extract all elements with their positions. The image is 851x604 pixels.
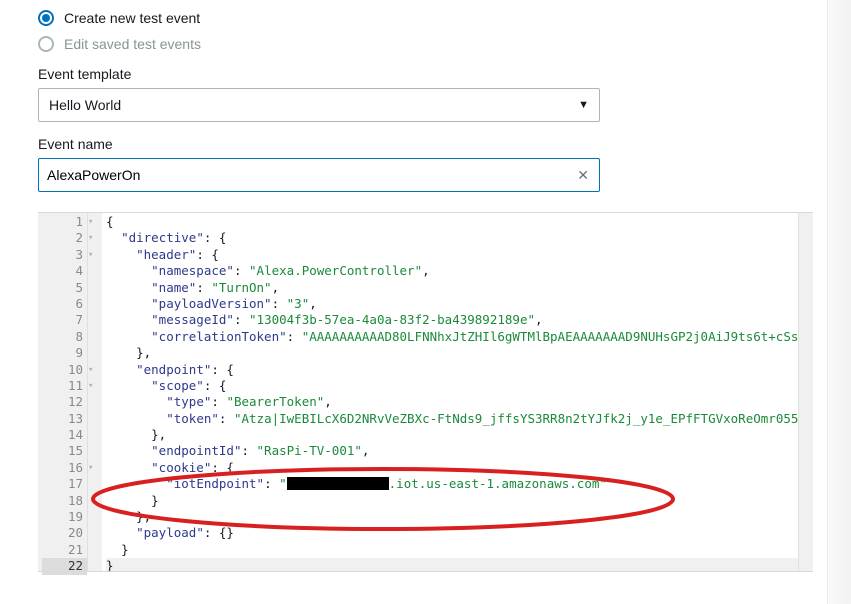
code-line: { [106, 214, 813, 230]
radio-edit-saved[interactable]: Edit saved test events [38, 36, 813, 52]
code-line: } [106, 558, 813, 571]
event-template-value: Hello World [49, 97, 121, 113]
redacted-text [287, 477, 389, 490]
radio-selected-icon [38, 10, 54, 26]
editor-code-area[interactable]: { "directive": { "header": { "namespace"… [102, 213, 813, 571]
code-line: "directive": { [106, 230, 813, 246]
code-line: "cookie": { [106, 460, 813, 476]
code-line: "payload": {} [106, 525, 813, 541]
editor-scrollbar-vertical[interactable] [798, 213, 813, 571]
code-line: "header": { [106, 247, 813, 263]
chevron-down-icon: ▼ [578, 99, 589, 111]
editor-gutter: 12345678910111213141516171819202122 [38, 213, 88, 571]
radio-edit-label: Edit saved test events [64, 36, 201, 52]
event-template-label: Event template [38, 66, 813, 82]
code-line: "correlationToken": "AAAAAAAAAAD80LFNNhx… [106, 329, 813, 345]
code-line: "name": "TurnOn", [106, 280, 813, 296]
event-name-input[interactable] [47, 159, 575, 191]
editor-fold-column: ▾▾▾ ▾▾ ▾ [88, 213, 102, 571]
radio-create-new[interactable]: Create new test event [38, 10, 813, 26]
event-name-label: Event name [38, 136, 813, 152]
code-line: }, [106, 509, 813, 525]
code-line: "scope": { [106, 378, 813, 394]
code-line: "namespace": "Alexa.PowerController", [106, 263, 813, 279]
configure-test-event-panel: Create new test event Edit saved test ev… [0, 0, 851, 572]
code-line: } [106, 493, 813, 509]
code-line: "endpoint": { [106, 362, 813, 378]
event-name-field-wrap: ✕ [38, 158, 600, 192]
code-line: "type": "BearerToken", [106, 394, 813, 410]
code-line: } [106, 542, 813, 558]
code-line: }, [106, 345, 813, 361]
radio-create-label: Create new test event [64, 10, 200, 26]
json-editor[interactable]: 12345678910111213141516171819202122 ▾▾▾ … [38, 212, 813, 572]
clear-input-icon[interactable]: ✕ [575, 167, 591, 184]
code-line: "endpointId": "RasPi-TV-001", [106, 443, 813, 459]
code-line: "payloadVersion": "3", [106, 296, 813, 312]
code-line: }, [106, 427, 813, 443]
radio-unselected-icon [38, 36, 54, 52]
code-line: "messageId": "13004f3b-57ea-4a0a-83f2-ba… [106, 312, 813, 328]
event-template-select[interactable]: Hello World ▼ [38, 88, 600, 122]
code-line: "token": "Atza|IwEBILcX6D2NRvVeZBXc-FtNd… [106, 411, 813, 427]
code-line: "iotEndpoint": ".iot.us-east-1.amazonaws… [106, 476, 813, 492]
